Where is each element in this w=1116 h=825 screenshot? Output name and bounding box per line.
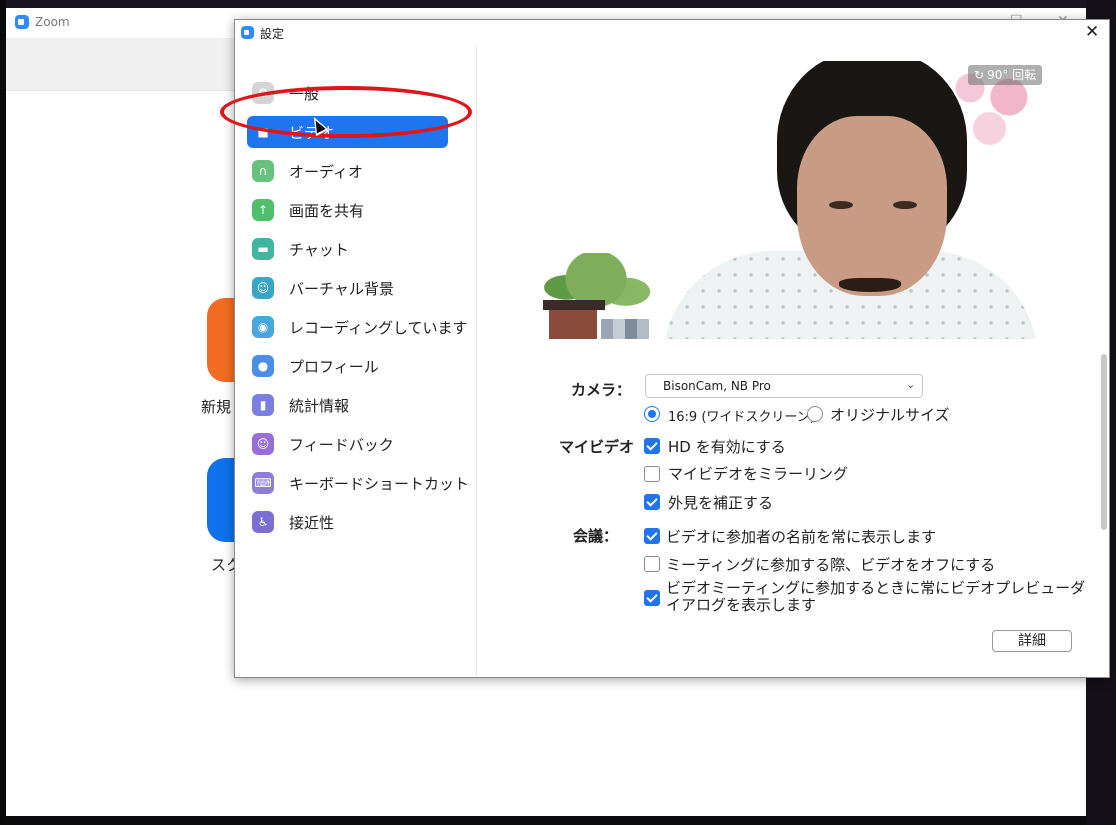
sidebar-item-accessibility[interactable]: ♿ 接近性: [247, 506, 448, 538]
person-face: [797, 116, 947, 296]
virtual-background-icon: ☺: [252, 277, 274, 299]
close-icon[interactable]: ✕: [1085, 22, 1099, 42]
recording-icon: ◉: [252, 316, 274, 338]
touch-up-appearance-label: 外見を補正する: [668, 494, 774, 512]
desktop-background: [0, 0, 1116, 8]
headphones-icon: ∩: [252, 160, 274, 182]
mirror-video-checkbox[interactable]: [644, 466, 660, 482]
sidebar-item-label: チャット: [289, 241, 349, 259]
sidebar-item-label: 統計情報: [289, 397, 350, 415]
new-meeting-label: 新規: [201, 398, 232, 416]
my-video-label: マイビデオ: [559, 438, 635, 456]
hd-checkbox[interactable]: [644, 438, 660, 454]
sidebar-item-label: 画面を共有: [289, 202, 365, 220]
sidebar-item-general[interactable]: ⚙ 一般: [247, 77, 448, 109]
sidebar-item-label: レコーディングしています: [289, 319, 468, 337]
sidebar-item-recording[interactable]: ◉ レコーディングしています: [247, 311, 468, 343]
aspect-16-9-label: 16:9 (ワイドスクリーン): [668, 410, 815, 425]
rotate-icon: ↻: [974, 68, 985, 82]
sidebar-item-profile[interactable]: ● プロフィール: [247, 350, 448, 382]
meeting-label: 会議：: [573, 527, 619, 545]
share-screen-icon: ↑: [252, 199, 274, 221]
aspect-original-label: オリジナルサイズ: [830, 406, 950, 424]
video-preview-dialog-checkbox[interactable]: [644, 590, 660, 606]
sidebar-item-statistics[interactable]: ▮ 統計情報: [247, 389, 448, 421]
zoom-logo-icon: [15, 15, 29, 29]
person-eye: [893, 201, 917, 209]
camera-select-value: BisonCam, NB Pro: [663, 379, 771, 393]
sidebar-item-audio[interactable]: ∩ オーディオ: [247, 155, 448, 187]
video-preview-dialog-label: ビデオミーティングに参加するときに常にビデオプレビューダイアログを表示します: [666, 579, 1086, 614]
sidebar-item-label: オーディオ: [289, 163, 363, 181]
temple-background: [543, 300, 605, 339]
sidebar-item-label: キーボードショートカット: [289, 475, 470, 493]
statistics-icon: ▮: [252, 394, 274, 416]
sidebar-item-label: プロフィール: [289, 358, 379, 376]
camera-label: カメラ：: [571, 381, 632, 399]
mirror-video-label: マイビデオをミラーリング: [668, 465, 849, 483]
keyboard-icon: ⌨: [252, 472, 274, 494]
zoom-main-title: Zoom: [35, 15, 70, 29]
settings-title: 設定: [260, 27, 285, 41]
person-eye: [829, 201, 853, 209]
sidebar-item-video[interactable]: ■ ビデオ: [247, 116, 448, 148]
sidebar-item-chat[interactable]: ▬ チャット: [247, 233, 448, 265]
video-off-on-join-label: ミーティングに参加する際、ビデオをオフにする: [666, 556, 996, 574]
chevron-down-icon: ⌄: [906, 378, 916, 391]
aspect-16-9-radio[interactable]: [644, 406, 660, 422]
sidebar-item-feedback[interactable]: ☺ フィードバック: [247, 428, 448, 460]
accessibility-icon: ♿: [252, 511, 274, 533]
sidebar-item-share-screen[interactable]: ↑ 画面を共有: [247, 194, 448, 226]
feedback-icon: ☺: [252, 433, 274, 455]
hd-label: HD を有効にする: [668, 438, 786, 456]
advanced-button[interactable]: 詳細: [992, 630, 1072, 652]
sidebar-item-label: 一般: [289, 85, 320, 103]
video-camera-icon: ■: [252, 121, 274, 143]
sidebar-item-virtual-background[interactable]: ☺ バーチャル背景: [247, 272, 448, 304]
video-off-on-join-checkbox[interactable]: [644, 556, 660, 572]
sidebar-item-label: バーチャル背景: [289, 280, 394, 298]
sidebar-item-label: フィードバック: [289, 436, 394, 454]
settings-titlebar: 設定 ✕: [235, 20, 1109, 46]
aspect-original-radio[interactable]: [807, 406, 823, 422]
show-names-label: ビデオに参加者の名前を常に表示します: [666, 528, 937, 546]
city-background: [601, 319, 649, 339]
chat-icon: ▬: [252, 238, 274, 260]
camera-select[interactable]: BisonCam, NB Pro ⌄: [645, 374, 923, 398]
show-names-checkbox[interactable]: [644, 528, 660, 544]
sidebar-item-keyboard-shortcuts[interactable]: ⌨ キーボードショートカット: [247, 467, 469, 499]
zoom-logo-icon: [241, 26, 254, 39]
gear-icon: ⚙: [252, 82, 274, 104]
rotate-90-button[interactable]: ↻ 90° 回転: [968, 65, 1043, 85]
sidebar-item-label: 接近性: [289, 514, 335, 532]
video-preview: [543, 61, 1038, 339]
settings-scrollbar[interactable]: [1101, 354, 1107, 530]
rotate-label: 90° 回転: [987, 68, 1037, 82]
touch-up-appearance-checkbox[interactable]: [644, 494, 660, 510]
profile-icon: ●: [252, 355, 274, 377]
person-mustache: [839, 278, 901, 292]
settings-sidebar: ⚙ 一般 ■ ビデオ ∩ オーディオ ↑ 画面を共有 ▬ チャット ☺ バーチャ…: [235, 46, 477, 677]
